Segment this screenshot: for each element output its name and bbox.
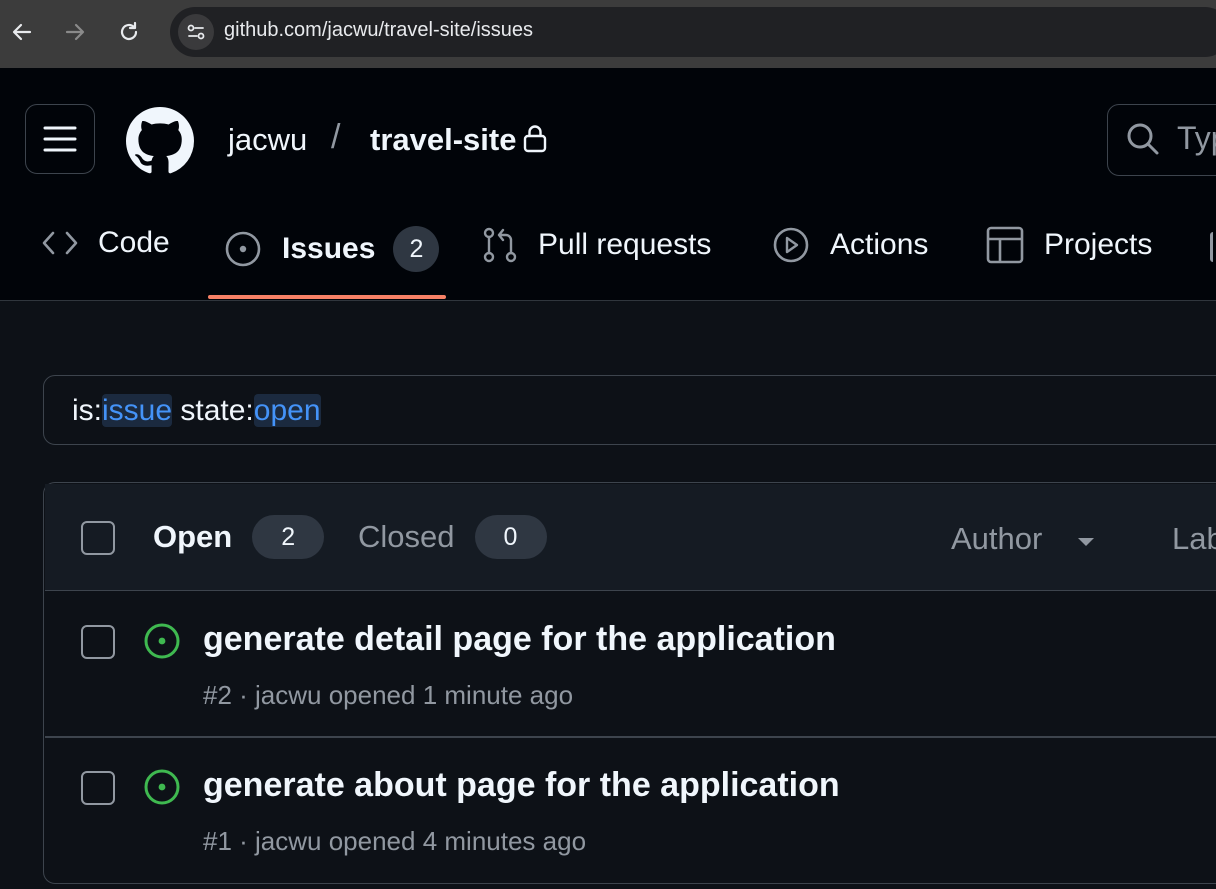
git-pull-request-icon: [483, 227, 517, 263]
tab-projects[interactable]: Projects: [986, 226, 1152, 264]
open-issues-toggle[interactable]: Open 2: [153, 515, 325, 559]
issue-title-link[interactable]: generate about page for the application: [203, 766, 840, 805]
chevron-down-icon: [1077, 534, 1095, 552]
row-divider: [45, 736, 1216, 738]
github-logo-icon[interactable]: [126, 107, 194, 175]
issue-checkbox[interactable]: [81, 625, 115, 659]
filter-query: is:issue state:open: [72, 394, 321, 428]
labels-filter-dropdown[interactable]: Lab: [1172, 521, 1216, 557]
issue-open-status-icon: [143, 622, 181, 665]
filter-value-issue: issue: [102, 394, 173, 427]
select-all-checkbox[interactable]: [81, 521, 115, 555]
issues-count-badge: 2: [393, 226, 440, 272]
filter-prefix-state: state:: [172, 394, 254, 427]
author-filter-dropdown[interactable]: Author: [951, 521, 1042, 557]
wiki-icon[interactable]: [1210, 232, 1216, 262]
repo-header: [0, 68, 1216, 301]
forward-arrow-icon[interactable]: [57, 14, 93, 50]
open-label: Open: [153, 519, 233, 554]
repo-name-link[interactable]: travel-site: [370, 122, 516, 158]
tab-code-label: Code: [98, 226, 170, 259]
issue-open-status-icon: [143, 768, 181, 811]
code-icon: [42, 231, 78, 255]
tab-actions-label: Actions: [830, 228, 929, 261]
search-icon: [1125, 121, 1161, 162]
filter-value-open: open: [253, 394, 321, 427]
repo-owner-link[interactable]: jacwu: [228, 122, 307, 158]
tab-issues-label: Issues: [282, 232, 376, 265]
issue-meta: #2 · jacwu opened 1 minute ago: [203, 680, 574, 710]
lock-icon: [522, 124, 548, 159]
play-icon: [773, 227, 809, 263]
issue-opened-icon: [225, 231, 261, 267]
closed-label: Closed: [358, 519, 455, 554]
closed-issues-toggle[interactable]: Closed 0: [358, 515, 547, 559]
tab-pull-requests[interactable]: Pull requests: [482, 226, 711, 264]
search-placeholder: Typ: [1177, 120, 1216, 156]
hamburger-icon: [43, 126, 77, 152]
issue-meta: #1 · jacwu opened 4 minutes ago: [203, 826, 587, 856]
tab-pull-requests-label: Pull requests: [538, 228, 712, 261]
table-icon: [986, 226, 1024, 264]
reload-icon[interactable]: [111, 14, 147, 50]
tab-actions[interactable]: Actions: [772, 226, 928, 264]
selected-tab-indicator: [208, 295, 446, 299]
tab-projects-label: Projects: [1044, 228, 1153, 261]
closed-count-badge: 0: [474, 515, 547, 559]
issue-title-link[interactable]: generate detail page for the application: [203, 620, 836, 659]
tab-code[interactable]: Code: [42, 226, 170, 260]
tab-issues[interactable]: Issues 2: [224, 226, 440, 272]
hamburger-menu-button[interactable]: [25, 104, 95, 174]
breadcrumb-separator: /: [331, 118, 341, 156]
filter-prefix-is: is:: [72, 394, 102, 427]
open-count-badge: 2: [252, 515, 325, 559]
url-text[interactable]: github.com/jacwu/travel-site/issues: [224, 19, 533, 42]
site-info-icon[interactable]: [178, 14, 214, 50]
issue-checkbox[interactable]: [81, 771, 115, 805]
back-arrow-icon[interactable]: [4, 14, 40, 50]
